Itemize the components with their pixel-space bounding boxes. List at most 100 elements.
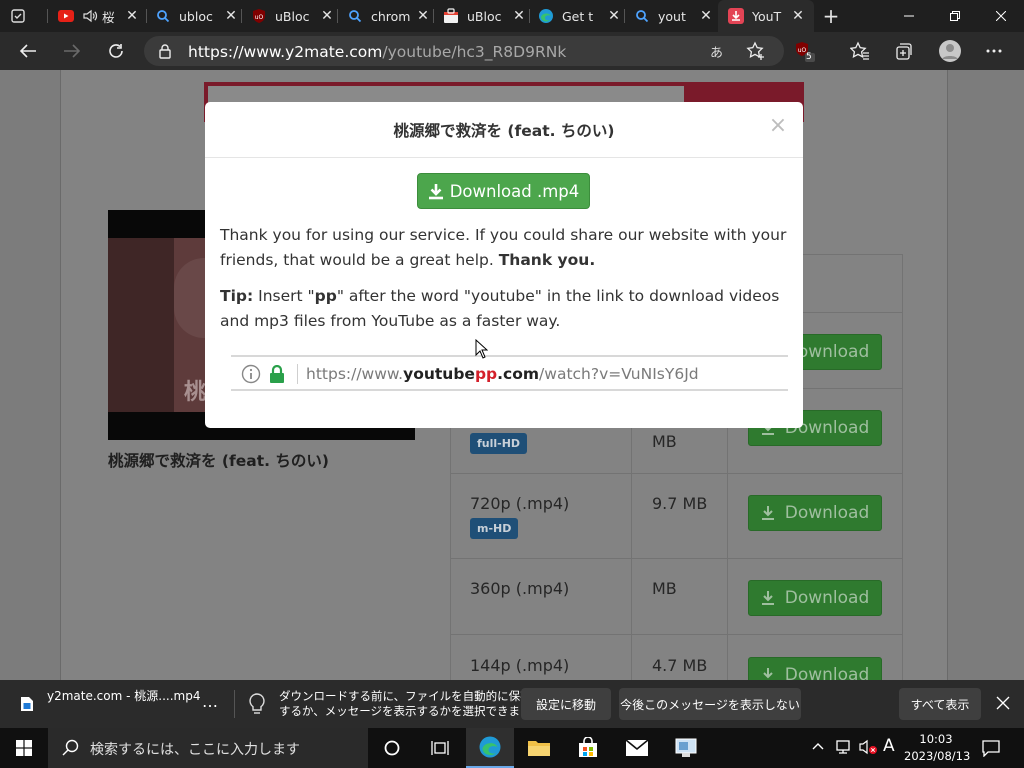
svg-text:uO: uO: [255, 14, 264, 21]
taskbar-file-explorer[interactable]: [515, 728, 563, 768]
taskbar-edge[interactable]: [466, 728, 514, 768]
tab-search-youtube[interactable]: yout ✕: [634, 0, 714, 32]
start-button[interactable]: [0, 728, 48, 768]
mouse-cursor-icon: [475, 339, 488, 359]
restore-icon: [950, 11, 960, 21]
tab-actions-icon: [10, 8, 26, 24]
file-size: MB: [652, 432, 677, 451]
notification-icon[interactable]: [982, 739, 1000, 757]
download-button[interactable]: Download: [748, 495, 882, 531]
address-bar[interactable]: https://www.y2mate.com/youtube/hc3_R8D9R…: [144, 36, 784, 66]
tab-store-ublock[interactable]: uBloc ✕: [443, 0, 527, 32]
collections-icon: [896, 43, 912, 60]
tab-actions-button[interactable]: [10, 0, 38, 32]
avatar-icon: [939, 40, 961, 62]
youtube-icon: [58, 8, 74, 24]
collections-button[interactable]: [890, 37, 918, 65]
info-icon: [241, 364, 261, 384]
download-icon: [761, 591, 774, 605]
edge-icon: [479, 736, 501, 758]
settings-menu-button[interactable]: [980, 37, 1008, 65]
refresh-icon: [109, 44, 123, 58]
close-icon: [996, 696, 1010, 710]
system-clock[interactable]: 10:03 2023/08/13: [904, 731, 970, 765]
refresh-button[interactable]: [102, 37, 130, 65]
tab-title: ubloc: [179, 8, 213, 24]
file-size: 4.7 MB: [652, 656, 708, 675]
favorites-button[interactable]: [846, 37, 874, 65]
close-tab-icon[interactable]: ✕: [415, 8, 431, 24]
close-tab-icon[interactable]: ✕: [124, 8, 140, 24]
ublock-extension-button[interactable]: uO 5: [790, 37, 818, 65]
download-mp4-button[interactable]: Download .mp4: [417, 173, 590, 209]
taskbar-search-box[interactable]: 検索するには、ここに入力します: [48, 728, 368, 768]
tray-chevron-icon[interactable]: [812, 740, 824, 754]
read-aloud-icon[interactable]: あ: [710, 42, 723, 61]
download-icon: [761, 506, 774, 520]
tab-search-ublock[interactable]: ubloc ✕: [155, 0, 239, 32]
tab-y2mate-active[interactable]: YouT ✕: [718, 0, 814, 32]
download-notification-bar: y2mate.com - 桃源....mp4 … ダウンロードする前に、ファイル…: [0, 680, 1024, 728]
close-tab-icon[interactable]: ✕: [790, 8, 806, 24]
file-more-button[interactable]: …: [202, 692, 218, 711]
tab-search-chrome[interactable]: chrom ✕: [347, 0, 431, 32]
ime-indicator[interactable]: A: [883, 736, 895, 756]
download-button[interactable]: Download: [748, 657, 882, 680]
download-button[interactable]: Download: [748, 580, 882, 616]
add-favorite-icon[interactable]: [746, 41, 766, 61]
y2mate-icon: [728, 8, 744, 24]
search-icon: [155, 8, 171, 24]
close-download-bar-button[interactable]: [996, 696, 1010, 710]
quality-label: 144p (.mp4): [470, 656, 570, 675]
quality-badge: full-HD: [470, 433, 528, 454]
folder-icon: [528, 741, 550, 756]
cortana-icon: [384, 740, 400, 756]
taskbar-store[interactable]: [564, 728, 612, 768]
forward-arrow-icon: [64, 44, 81, 58]
tab-title: uBloc: [275, 8, 310, 24]
back-button[interactable]: [14, 37, 42, 65]
speaker-icon[interactable]: [82, 8, 98, 24]
dont-show-again-button[interactable]: 今後このメッセージを表示しない: [619, 688, 801, 720]
tab-title: uBloc: [467, 8, 502, 24]
quality-label: 360p (.mp4): [470, 579, 570, 598]
tab-edge[interactable]: Get t ✕: [538, 0, 622, 32]
forward-button[interactable]: [58, 37, 86, 65]
tip-text: Tip: Insert "pp" after the word "youtube…: [220, 287, 780, 330]
lock-icon[interactable]: [158, 43, 172, 59]
close-icon: [996, 11, 1006, 21]
close-tab-icon[interactable]: ✕: [606, 8, 622, 24]
close-window-button[interactable]: [978, 0, 1024, 32]
file-size: MB: [652, 579, 677, 598]
new-tab-button[interactable]: +: [818, 0, 844, 32]
taskbar-mail[interactable]: [613, 728, 661, 768]
modal-close-button[interactable]: ×: [768, 114, 788, 138]
close-tab-icon[interactable]: ✕: [511, 8, 527, 24]
task-view-icon: [431, 741, 449, 755]
cortana-button[interactable]: [368, 728, 416, 768]
tab-ublock[interactable]: uO uBloc ✕: [251, 0, 335, 32]
profile-button[interactable]: [936, 37, 964, 65]
example-url-text: https://www.youtubepp.com/watch?v=VuNIsY…: [306, 365, 699, 383]
ublock-icon: uO: [251, 8, 267, 24]
store-icon: [579, 737, 597, 757]
close-tab-icon[interactable]: ✕: [698, 8, 714, 24]
close-tab-icon[interactable]: ✕: [223, 8, 239, 24]
taskbar-app[interactable]: [662, 728, 710, 768]
go-to-settings-button[interactable]: 設定に移動: [521, 688, 611, 720]
modal-header: 桃源郷で救済を (feat. ちのい) ×: [205, 102, 803, 158]
show-all-button[interactable]: すべて表示: [899, 688, 981, 720]
volume-muted-icon[interactable]: [858, 739, 878, 755]
tab-title: chrom: [371, 8, 411, 24]
lock-icon: [269, 365, 285, 383]
downloaded-file-name[interactable]: y2mate.com - 桃源....mp4: [47, 687, 200, 704]
restore-button[interactable]: [932, 0, 978, 32]
close-tab-icon[interactable]: ✕: [319, 8, 335, 24]
minimize-button[interactable]: [886, 0, 932, 32]
network-icon[interactable]: [834, 739, 852, 755]
task-view-button[interactable]: [416, 728, 464, 768]
tab-title: 桜: [102, 9, 115, 25]
more-icon: [986, 49, 1002, 53]
tab-youtube[interactable]: 桜 ✕: [58, 0, 140, 32]
tab-bar: 桜 ✕ ubloc ✕ uO uBloc ✕ chrom ✕ uBloc ✕ G…: [0, 0, 1024, 32]
